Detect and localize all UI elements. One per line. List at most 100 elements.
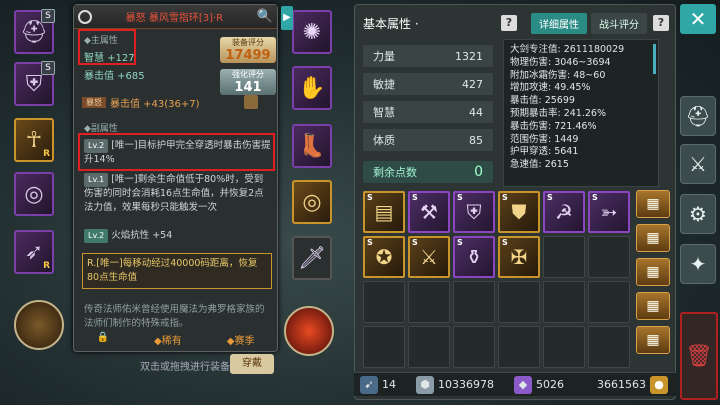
spear-icon: ➶ xyxy=(24,239,44,265)
inventory-empty-slot[interactable] xyxy=(453,326,495,368)
inventory-item[interactable]: S ➳ xyxy=(588,191,630,233)
item-tooltip: 暴怒 暴风雪指环[3]·R 🔍 ◆主属性 智慧 +127 暴击值 +685 装备… xyxy=(73,4,278,352)
amulet-icon: ☥ xyxy=(25,127,43,153)
inventory-empty-slot[interactable] xyxy=(588,281,630,323)
equip-slot-amulet[interactable]: ☥ R xyxy=(14,118,54,162)
help-icon[interactable]: ? xyxy=(653,15,669,31)
boot-icon: 👢 xyxy=(298,133,326,159)
inventory-empty-slot[interactable] xyxy=(408,326,450,368)
equip-slot-weapon[interactable]: ➶ R xyxy=(14,230,54,274)
inventory-empty-slot[interactable] xyxy=(453,281,495,323)
tab-detail[interactable]: 详细属性 xyxy=(531,12,587,34)
remaining-points-value: 0 xyxy=(474,164,483,180)
stats-title[interactable]: 基本属性 · xyxy=(363,15,501,32)
inventory-empty-slot[interactable] xyxy=(498,326,540,368)
inventory-item[interactable]: S ☭ xyxy=(543,191,585,233)
inventory-item[interactable]: S ✠ xyxy=(498,236,540,278)
helmet-icon: ⛑ xyxy=(20,19,48,45)
equip-slot-ring2[interactable]: ◎ xyxy=(292,180,332,224)
chest-icon[interactable]: ▦ xyxy=(636,224,670,252)
inventory-item[interactable]: S ⚱ xyxy=(453,236,495,278)
sword-icon: 🗡 xyxy=(298,245,326,271)
inventory-item[interactable]: S ▤ xyxy=(363,191,405,233)
inventory-empty-slot[interactable] xyxy=(498,281,540,323)
remaining-points-label: 剩余点数 xyxy=(373,166,417,179)
stat-value: 427 xyxy=(462,77,483,91)
silver-currency: ⬢ 10336978 xyxy=(416,375,494,394)
compass-icon: ✦ xyxy=(689,252,707,276)
chest-icon[interactable]: ▦ xyxy=(636,190,670,218)
equip-slot-ring[interactable]: ◎ xyxy=(14,172,54,216)
inventory-item[interactable]: S ⛊ xyxy=(498,191,540,233)
set-badge-icon: S xyxy=(502,238,508,247)
chest-icon[interactable]: ▦ xyxy=(636,258,670,286)
wear-button[interactable]: 穿戴 xyxy=(230,354,274,374)
equip-slot-gloves[interactable]: ✋ xyxy=(292,66,332,110)
inventory-empty-slot[interactable] xyxy=(363,326,405,368)
stat-value: 1321 xyxy=(455,49,483,63)
inventory-item[interactable]: S ⚒ xyxy=(408,191,450,233)
compass-tab-button[interactable]: ✦ xyxy=(680,244,716,284)
inventory-item[interactable]: S ⛨ xyxy=(453,191,495,233)
gem-currency: ◆ 5026 xyxy=(514,375,564,394)
gem-count: 5026 xyxy=(536,378,564,391)
help-icon[interactable]: ? xyxy=(501,15,517,31)
bracer-icon: ▤ xyxy=(374,200,394,224)
detail-line: 预期暴击率: 241.26% xyxy=(510,107,606,119)
skill-button-fire[interactable] xyxy=(284,306,334,356)
item-lore: 传奇法师佑米曾经使用魔法为弗罗格家族的法师们制作的特殊戒指。 xyxy=(84,304,265,329)
detail-line: 暴击值: 25699 xyxy=(510,95,575,107)
inventory-empty-slot[interactable] xyxy=(543,236,585,278)
detail-scrollbar[interactable] xyxy=(653,44,656,74)
detail-line: 护甲穿透: 5641 xyxy=(510,146,579,158)
tab-battle-score[interactable]: 战斗评分 xyxy=(591,12,647,34)
crossed-swords-icon: ⚔ xyxy=(689,152,707,176)
base-stat-row: 体质 85 xyxy=(363,129,493,151)
inventory-empty-slot[interactable] xyxy=(408,281,450,323)
crossbow-icon: ✠ xyxy=(510,245,528,269)
potion-icon: ⚱ xyxy=(465,245,483,269)
inventory-item[interactable]: S ✪ xyxy=(363,236,405,278)
weapon-tab-button[interactable]: ⚔ xyxy=(680,144,716,184)
chest-icon[interactable]: ▦ xyxy=(636,326,670,354)
rage-text: 暴击值 +43(36+7) xyxy=(110,99,200,110)
enhance-score-value: 141 xyxy=(234,80,262,95)
magnify-icon[interactable]: 🔍 xyxy=(257,9,273,24)
discard-button[interactable]: 🗑 xyxy=(680,312,718,400)
inventory-empty-slot[interactable] xyxy=(543,326,585,368)
detail-stats-list[interactable]: 大剑专注值: 2611180029 物理伤害: 3046~3694 附加冰霜伤害… xyxy=(503,39,659,187)
stat-label: 敏捷 xyxy=(373,78,395,91)
inventory-item[interactable]: S ⚔ xyxy=(408,236,450,278)
lock-icon[interactable]: 🔒 xyxy=(97,332,109,347)
ring-icon: ◎ xyxy=(24,181,44,207)
close-button[interactable]: ✕ xyxy=(680,4,716,34)
inventory-empty-slot[interactable] xyxy=(543,281,585,323)
equip-slot-talisman[interactable]: ✺ xyxy=(292,10,332,54)
equip-slot-boots[interactable]: 👢 xyxy=(292,124,332,168)
gear-tab-button[interactable]: ⚙ xyxy=(680,194,716,234)
inventory-empty-slot[interactable] xyxy=(588,236,630,278)
bow-icon: ➳ xyxy=(600,200,618,224)
inventory-empty-slot[interactable] xyxy=(588,326,630,368)
chest-icon[interactable]: ▦ xyxy=(636,292,670,320)
set-badge-icon: S xyxy=(367,238,373,247)
stat-label: 体质 xyxy=(373,134,395,147)
silver-icon: ⬢ xyxy=(416,375,434,394)
enhance-score-box: 强化评分 141 xyxy=(220,69,276,95)
sub3-text: 火焰抗性 +54 xyxy=(111,230,173,241)
expand-arrow-icon[interactable]: ▶ xyxy=(281,6,293,30)
equip-slot-armor[interactable]: ⛨ S xyxy=(14,61,55,106)
helmet-tab-button[interactable]: ⛑ xyxy=(680,96,716,136)
ring-icon: ◎ xyxy=(302,189,322,215)
arrow-count: 14 xyxy=(382,378,396,391)
gold-currency: 3661563 ● xyxy=(597,375,672,394)
tooltip-header: 暴怒 暴风雪指环[3]·R 🔍 xyxy=(74,5,277,29)
equip-slot-sword[interactable]: 🗡 xyxy=(292,236,332,280)
inventory-empty-slot[interactable] xyxy=(363,281,405,323)
skill-button-dash[interactable] xyxy=(14,300,64,350)
stats-panel: 基本属性 · ? 详细属性 战斗评分 ? 力量 1321 敏捷 427 智慧 4… xyxy=(354,4,676,400)
equip-slot-helmet[interactable]: ⛑ S xyxy=(14,9,55,54)
equip-score-box: 装备评分 17499 xyxy=(220,37,276,63)
equip-hint: 双击或拖拽进行装备 xyxy=(140,362,230,373)
rarity-r-icon: R xyxy=(43,149,50,159)
